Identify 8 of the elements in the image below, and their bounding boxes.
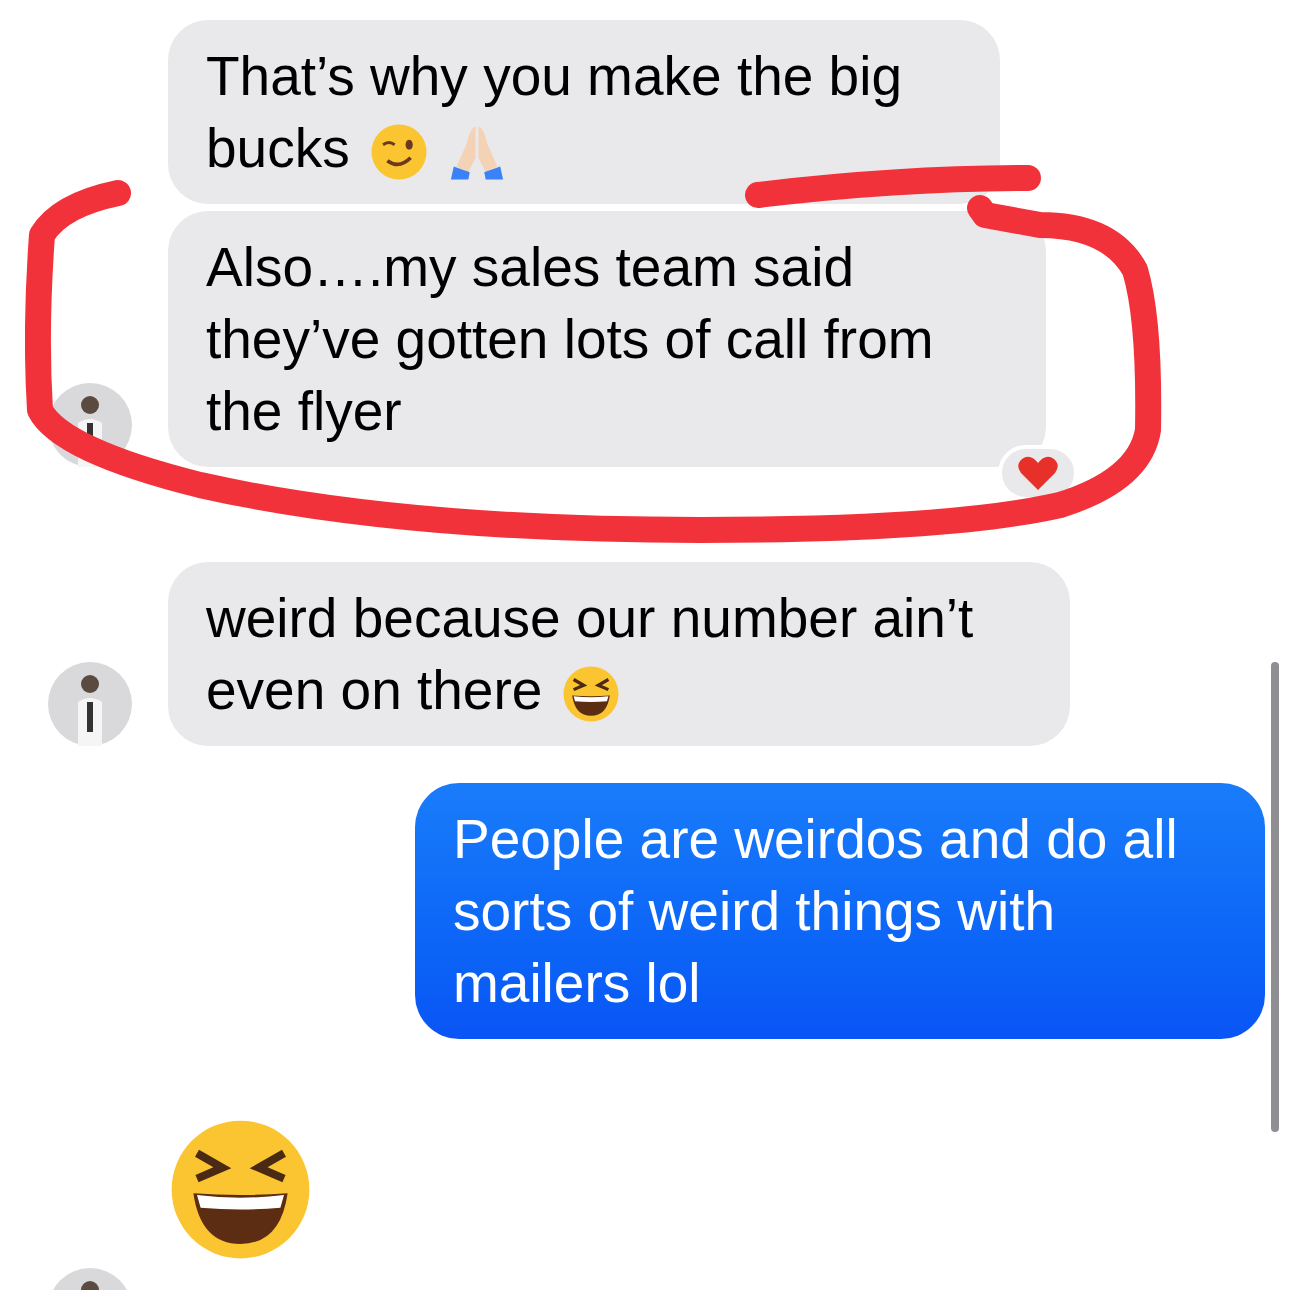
avatar-icon[interactable]: [48, 383, 132, 467]
scroll-bar[interactable]: [1271, 662, 1279, 1132]
heart-icon: [1017, 455, 1059, 491]
message-text: People are weirdos and do all sorts of weird things with mailers lol: [453, 808, 1178, 1014]
message-text: Also….my sales team said they’ve gotten lots of call from the flyer: [206, 236, 934, 442]
message-text: weird because our number ain’t even on there: [206, 587, 974, 721]
message-text: That’s why you make the big bucks: [206, 45, 902, 179]
avatar-icon[interactable]: [48, 662, 132, 746]
